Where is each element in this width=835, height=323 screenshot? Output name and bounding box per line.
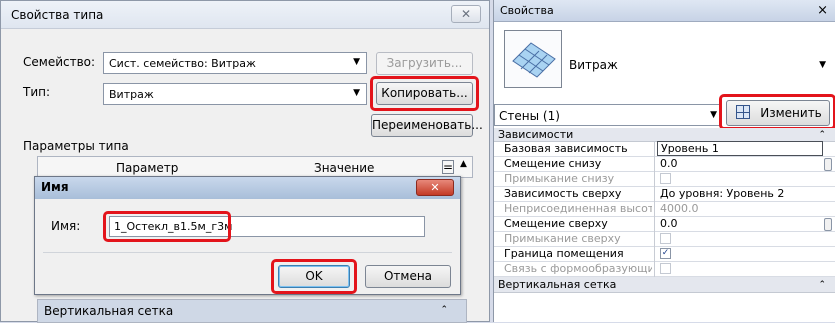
vertical-grid-group-label: Вертикальная сетка bbox=[44, 304, 174, 318]
collapse-chevron-icon[interactable]: ⌃ bbox=[818, 277, 826, 293]
type-properties-titlebar[interactable]: Свойства типа ✕ bbox=[1, 1, 489, 29]
property-value bbox=[657, 232, 823, 246]
divider bbox=[654, 217, 655, 232]
dropdown-arrow-icon: ▼ bbox=[710, 110, 717, 120]
divider bbox=[654, 142, 655, 157]
family-value: Сист. семейство: Витраж bbox=[109, 57, 256, 70]
highlight-box bbox=[103, 211, 231, 242]
property-row-room-bounding[interactable]: Граница помещения ✓ bbox=[494, 247, 835, 262]
property-row-top-offset[interactable]: Смещение сверху 0.0 bbox=[494, 217, 835, 232]
group-vertical-grid[interactable]: Вертикальная сетка ⌃ bbox=[494, 277, 835, 293]
type-selector[interactable]: Витраж ▼ bbox=[494, 22, 835, 102]
family-select[interactable]: Сист. семейство: Витраж ▼ bbox=[103, 52, 367, 74]
highlight-box bbox=[370, 76, 479, 111]
type-label: Тип: bbox=[23, 85, 51, 99]
collapse-chevron-icon[interactable]: ⌃ bbox=[440, 305, 448, 315]
filter-value: Стены (1) bbox=[499, 109, 560, 123]
collapse-chevron-icon[interactable]: ⌃ bbox=[818, 128, 826, 142]
group-label: Зависимости bbox=[498, 128, 574, 141]
type-value: Витраж bbox=[109, 88, 154, 101]
divider bbox=[654, 247, 655, 262]
property-row-base-attached: Примыкание снизу bbox=[494, 172, 835, 187]
name-dialog-title: Имя bbox=[41, 180, 69, 194]
parameters-group-row: Вертикальная сетка ⌃ bbox=[37, 299, 467, 323]
divider bbox=[654, 262, 655, 277]
property-row-base-constraint[interactable]: Базовая зависимость Уровень 1 bbox=[494, 141, 835, 157]
divider bbox=[654, 172, 655, 187]
divider bbox=[654, 157, 655, 172]
property-name: Связь с формообразующи... bbox=[504, 262, 652, 275]
property-value[interactable]: ✓ bbox=[657, 247, 823, 261]
close-icon[interactable]: ✕ bbox=[451, 5, 481, 23]
property-name: Зависимость сверху bbox=[504, 187, 622, 200]
column-parameter[interactable]: Параметр bbox=[116, 161, 178, 175]
name-dialog: Имя ✕ Имя: 1_Остекл_в1.5м_г3м OK Отмена bbox=[34, 176, 461, 295]
scrollbar[interactable] bbox=[824, 218, 832, 231]
close-icon[interactable]: × bbox=[817, 3, 828, 18]
highlight-box bbox=[719, 94, 835, 130]
property-row-top-attached: Примыкание сверху bbox=[494, 232, 835, 247]
dropdown-arrow-icon: ▼ bbox=[353, 88, 360, 98]
divider bbox=[654, 202, 655, 217]
name-dialog-titlebar[interactable]: Имя ✕ bbox=[35, 177, 460, 199]
property-value[interactable]: 0.0 bbox=[657, 217, 823, 231]
type-parameters-label: Параметры типа bbox=[23, 139, 129, 153]
dialog-title: Свойства типа bbox=[11, 8, 104, 22]
checkbox-checked-icon[interactable]: ✓ bbox=[660, 247, 671, 259]
scrollbar[interactable] bbox=[824, 158, 832, 171]
property-value bbox=[657, 172, 823, 186]
property-value[interactable]: До уровня: Уровень 2 bbox=[657, 187, 823, 201]
property-value[interactable]: Уровень 1 bbox=[657, 141, 823, 156]
checkbox-icon bbox=[660, 262, 671, 274]
type-name: Витраж bbox=[569, 58, 618, 72]
property-value bbox=[657, 262, 823, 276]
highlight-box bbox=[271, 259, 357, 294]
checkbox-icon bbox=[660, 232, 671, 244]
property-value: 4000.0 bbox=[660, 202, 699, 215]
property-row-top-constraint[interactable]: Зависимость сверху До уровня: Уровень 2 bbox=[494, 187, 835, 202]
parameters-table-header: Параметр Значение = ▲ bbox=[37, 156, 473, 178]
property-name: Примыкание снизу bbox=[504, 172, 615, 185]
cancel-button[interactable]: Отмена bbox=[365, 265, 451, 288]
dropdown-arrow-icon: ▼ bbox=[353, 57, 360, 67]
property-name: Базовая зависимость bbox=[504, 142, 628, 155]
divider bbox=[654, 232, 655, 247]
group-label: Вертикальная сетка bbox=[498, 278, 617, 291]
column-formula[interactable]: = bbox=[442, 160, 454, 174]
element-filter-select[interactable]: Стены (1) ▼ bbox=[494, 104, 722, 126]
family-label: Семейство: bbox=[23, 55, 96, 69]
checkbox-icon bbox=[660, 172, 671, 184]
property-name: Граница помещения bbox=[504, 247, 624, 260]
property-name: Неприсоединенная высота bbox=[504, 202, 652, 215]
curtain-wall-thumbnail bbox=[504, 30, 562, 88]
type-select[interactable]: Витраж ▼ bbox=[103, 83, 367, 105]
separator bbox=[43, 252, 452, 253]
property-name: Смещение сверху bbox=[504, 217, 608, 230]
properties-palette: Свойства × Витраж ▼ Стены (1) ▼ Изменить… bbox=[493, 0, 835, 322]
property-row-mass-link: Связь с формообразующи... bbox=[494, 262, 835, 277]
property-name: Примыкание сверху bbox=[504, 232, 621, 245]
divider bbox=[654, 187, 655, 202]
name-label: Имя: bbox=[51, 219, 81, 233]
property-row-unconnected-height: Неприсоединенная высота 4000.0 bbox=[494, 202, 835, 217]
dropdown-arrow-icon[interactable]: ▼ bbox=[819, 60, 826, 70]
close-icon[interactable]: ✕ bbox=[416, 179, 454, 196]
group-constraints[interactable]: Зависимости ⌃ bbox=[494, 128, 835, 142]
load-button[interactable]: Загрузить... bbox=[376, 52, 473, 75]
property-row-base-offset[interactable]: Смещение снизу 0.0 bbox=[494, 157, 835, 172]
property-name: Смещение снизу bbox=[504, 157, 602, 170]
scroll-up-icon[interactable]: ▲ bbox=[460, 159, 467, 169]
properties-grid: Зависимости ⌃ Базовая зависимость Уровен… bbox=[494, 128, 835, 293]
rename-button[interactable]: Переименовать... bbox=[371, 114, 483, 137]
properties-titlebar[interactable]: Свойства × bbox=[494, 0, 835, 22]
property-value[interactable]: 0.0 bbox=[657, 157, 823, 171]
column-value[interactable]: Значение bbox=[314, 161, 374, 175]
properties-title: Свойства bbox=[500, 4, 554, 17]
